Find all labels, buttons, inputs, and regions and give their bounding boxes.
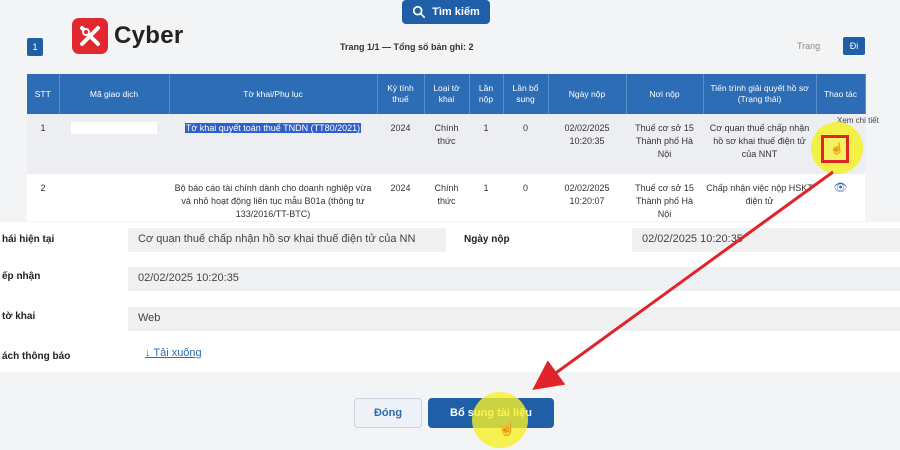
search-button-label: Tìm kiếm bbox=[432, 6, 480, 18]
cell-to-khai: Tờ khai quyết toán thuế TNDN (TT80/2021) bbox=[169, 114, 377, 174]
cell-loai-to-khai: Chính thức bbox=[424, 174, 469, 221]
cell-lan-nop: 1 bbox=[469, 114, 503, 174]
page-number-button[interactable]: 1 bbox=[27, 38, 43, 56]
status-field: Cơ quan thuế chấp nhận hồ sơ khai thuế đ… bbox=[128, 228, 446, 252]
cell-noi-nop: Thuế cơ sở 15 Thành phố Hà Nội bbox=[626, 114, 703, 174]
form-type-label: tờ khai bbox=[2, 311, 36, 322]
form-type-field: Web bbox=[128, 307, 900, 331]
cell-tien-trinh: Cơ quan thuế chấp nhận hồ sơ khai thuế đ… bbox=[703, 114, 816, 174]
table-row[interactable]: 1 Tờ khai quyết toán thuế TNDN (TT80/202… bbox=[27, 114, 865, 174]
cell-to-khai: Bộ báo cáo tài chính dành cho doanh nghi… bbox=[169, 174, 377, 221]
goto-page-input[interactable]: Trang bbox=[797, 41, 820, 51]
close-button[interactable]: Đóng bbox=[354, 398, 422, 428]
col-header-lan-nop: Lần nộp bbox=[469, 74, 504, 114]
cell-thao-tac: 👁 bbox=[816, 174, 865, 221]
pointer-cursor-icon: ☝ bbox=[498, 420, 516, 436]
col-header-lan-bo-sung: Lần bổ sung bbox=[503, 74, 549, 114]
goto-page-button[interactable]: Đi bbox=[843, 37, 865, 55]
col-header-noi-nop: Nơi nộp bbox=[626, 74, 704, 114]
masked-transaction-id bbox=[71, 122, 157, 134]
paging-summary: Trang 1/1 — Tổng số bản ghi: 2 bbox=[340, 42, 474, 52]
cell-ky-tinh-thue: 2024 bbox=[377, 174, 424, 221]
search-icon bbox=[413, 5, 426, 19]
cell-loai-to-khai: Chính thức bbox=[424, 114, 469, 174]
table-row[interactable]: 2 Bộ báo cáo tài chính dành cho doanh ng… bbox=[27, 174, 865, 221]
table-header-row: STT Mã giao dịch Tờ khai/Phụ lục Kỳ tính… bbox=[27, 74, 866, 114]
submit-date-field: 02/02/2025 10:20:35 bbox=[632, 228, 900, 252]
cell-lan-bo-sung: 0 bbox=[503, 174, 548, 221]
to-khai-link[interactable]: Tờ khai quyết toán thuế TNDN (TT80/2021) bbox=[184, 123, 362, 133]
col-header-ky-tinh-thue: Kỳ tính thuế bbox=[377, 74, 425, 114]
cell-ma-giao-dich bbox=[59, 174, 169, 221]
status-label: hái hiện tại bbox=[2, 234, 55, 245]
cell-ngay-nop: 02/02/2025 10:20:07 bbox=[548, 174, 626, 221]
col-header-loai-to-khai: Loại tờ khai bbox=[424, 74, 470, 114]
cell-noi-nop: Thuế cơ sở 15 Thành phố Hà Nội bbox=[626, 174, 703, 221]
cell-ky-tinh-thue: 2024 bbox=[377, 114, 424, 174]
submit-date-label: Ngày nộp bbox=[464, 234, 510, 245]
col-header-tien-trinh: Tiến trình giải quyết hồ sơ (Trạng thái) bbox=[703, 74, 817, 114]
cell-ma-giao-dich bbox=[59, 114, 169, 174]
brand-name: Cyber bbox=[114, 22, 184, 49]
search-button[interactable]: Tìm kiếm bbox=[402, 0, 490, 24]
download-link[interactable]: ↓ Tải xuống bbox=[145, 347, 202, 359]
cell-lan-bo-sung: 0 bbox=[503, 114, 548, 174]
hand-cursor-icon: ☝ bbox=[830, 143, 844, 155]
col-header-thao-tac: Thao tác bbox=[816, 74, 866, 114]
col-header-ngay-nop: Ngày nộp bbox=[548, 74, 627, 114]
accept-date-label: ếp nhận bbox=[2, 271, 41, 282]
cell-tien-trinh: Chấp nhận việc nộp HSKT điện tử bbox=[703, 174, 816, 221]
cell-stt: 1 bbox=[27, 114, 59, 174]
accept-date-field: 02/02/2025 10:20:35 bbox=[128, 267, 900, 291]
view-detail-icon[interactable]: 👁 bbox=[834, 182, 848, 194]
detail-panel: hái hiện tại Cơ quan thuế chấp nhận hồ s… bbox=[0, 222, 900, 372]
col-header-ma-giao-dich: Mã giao dịch bbox=[59, 74, 170, 114]
cell-lan-nop: 1 bbox=[469, 174, 503, 221]
notice-label: ách thông báo bbox=[2, 351, 71, 362]
cell-stt: 2 bbox=[27, 174, 59, 221]
cell-ngay-nop: 02/02/2025 10:20:35 bbox=[548, 114, 626, 174]
logo-icon bbox=[72, 18, 108, 54]
col-header-stt: STT bbox=[27, 74, 60, 114]
results-table: STT Mã giao dịch Tờ khai/Phụ lục Kỳ tính… bbox=[27, 74, 866, 221]
col-header-to-khai: Tờ khai/Phụ lục bbox=[169, 74, 378, 114]
brand-logo: Cyber bbox=[72, 18, 184, 54]
